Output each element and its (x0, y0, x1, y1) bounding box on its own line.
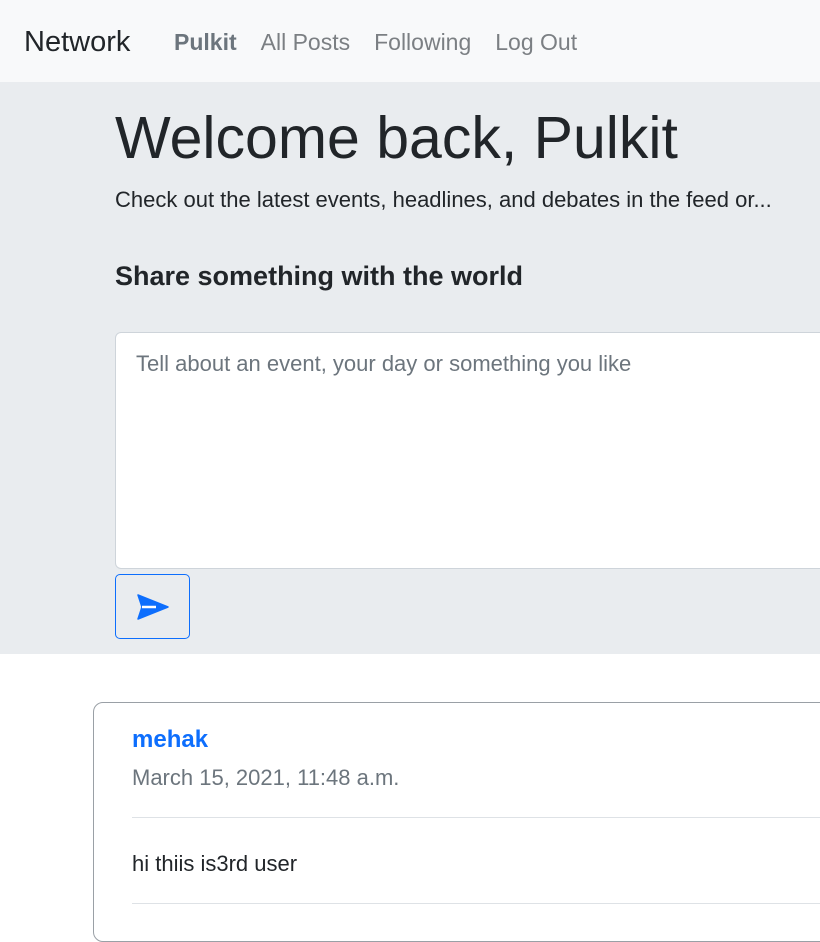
nav-link-log-out[interactable]: Log Out (495, 27, 577, 57)
post-author-link[interactable]: mehak (132, 725, 208, 755)
send-post-button[interactable] (115, 574, 190, 639)
post-timestamp: March 15, 2021, 11:48 a.m. (132, 765, 400, 790)
nav-link-following[interactable]: Following (374, 27, 471, 57)
send-icon (136, 593, 169, 620)
share-heading: Share something with the world (115, 261, 524, 291)
post-card: mehak March 15, 2021, 11:48 a.m. hi thii… (93, 702, 820, 942)
post-body: hi thiis is3rd user (132, 851, 298, 876)
post-divider (132, 903, 820, 904)
brand-link[interactable]: Network (24, 24, 130, 60)
nav-link-profile[interactable]: Pulkit (174, 27, 237, 57)
welcome-title: Welcome back, Pulkit (115, 105, 678, 171)
welcome-jumbotron: Welcome back, Pulkit Check out the lates… (0, 82, 820, 654)
nav-link-all-posts[interactable]: All Posts (261, 27, 350, 57)
nav-links: Pulkit All Posts Following Log Out (174, 27, 601, 57)
new-post-textarea[interactable] (115, 332, 820, 569)
welcome-lead: Check out the latest events, headlines, … (115, 187, 772, 212)
top-navbar: Network Pulkit All Posts Following Log O… (0, 0, 820, 82)
post-divider (132, 817, 820, 818)
